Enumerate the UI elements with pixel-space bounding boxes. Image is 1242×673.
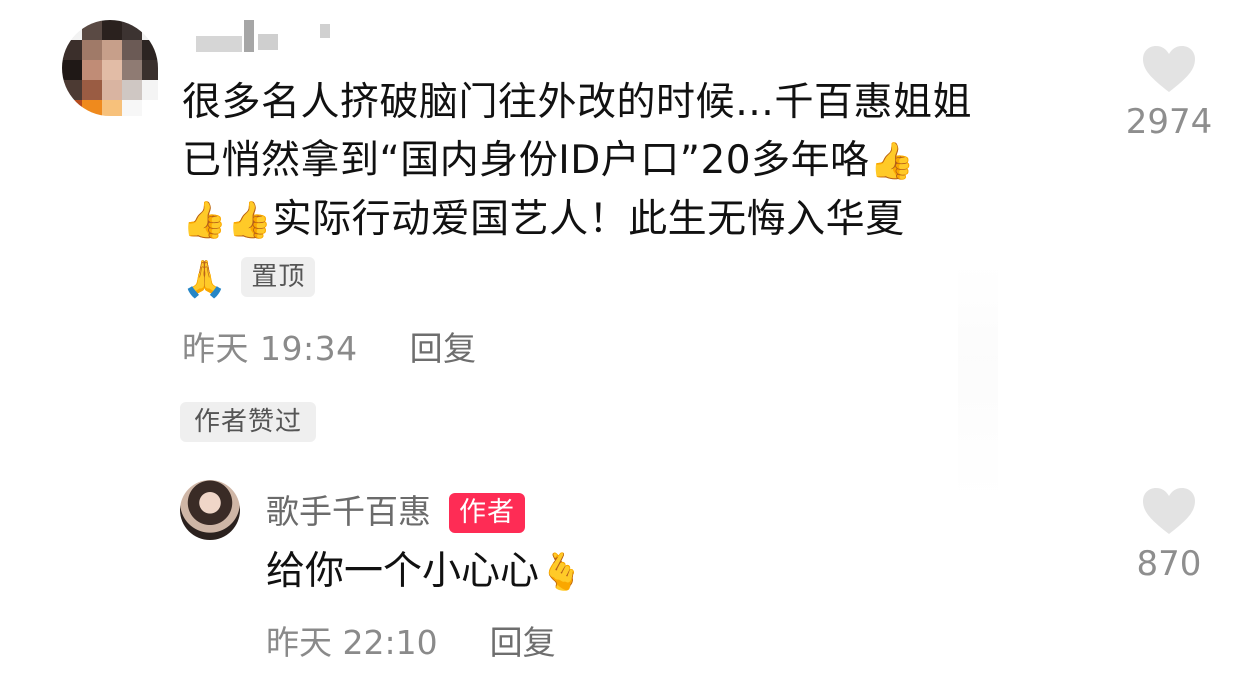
comment-like-block[interactable]: 2974 xyxy=(1114,44,1224,142)
reply-to-reply-button[interactable]: 回复 xyxy=(490,623,556,662)
finger-heart-icon: 🫰 xyxy=(539,552,584,593)
comment-timestamp: 昨天 19:34 xyxy=(182,329,358,368)
reply-text: 给你一个小心心 xyxy=(266,549,540,594)
comment-line-1: 很多名人挤破脑门往外改的时候…千百惠姐姐 xyxy=(182,80,973,125)
reply-author-avatar[interactable] xyxy=(180,480,240,540)
praying-hands-icon: 🙏 xyxy=(182,259,228,300)
reply-timestamp: 昨天 22:10 xyxy=(266,623,438,662)
reply-author-username[interactable]: 歌手千百惠 xyxy=(266,492,431,531)
thumbs-up-icon: 👍 xyxy=(182,200,228,241)
comment-line-2-text: 已悄然拿到“国内身份ID户口”20多年咯 xyxy=(182,138,870,183)
author-badge: 作者 xyxy=(449,493,525,533)
reply-line: 给你一个小心心🫰 xyxy=(266,542,584,603)
thumbs-up-icon: 👍 xyxy=(227,200,273,241)
pinned-badge: 置顶 xyxy=(241,257,316,297)
reply-body: 给你一个小心心🫰 昨天 22:10 回复 xyxy=(266,542,584,663)
reply-like-block[interactable]: 870 xyxy=(1114,486,1224,584)
commenter-avatar[interactable] xyxy=(62,20,158,116)
reply-author-name-row: 歌手千百惠 作者 xyxy=(266,490,525,534)
thumbs-up-icon: 👍 xyxy=(869,141,915,182)
commenter-username-redacted[interactable] xyxy=(188,20,348,54)
comment-line-2: 已悄然拿到“国内身份ID户口”20多年咯👍 xyxy=(182,132,1102,191)
heart-icon[interactable] xyxy=(1141,44,1197,94)
comment-line-3-text: 实际行动爱国艺人！此生无悔入华夏 xyxy=(272,197,905,242)
heart-icon[interactable] xyxy=(1141,486,1197,536)
comment-like-count: 2974 xyxy=(1125,102,1213,142)
comment-line-3: 👍👍实际行动爱国艺人！此生无悔入华夏 xyxy=(182,191,1102,250)
reply-like-count: 870 xyxy=(1136,544,1202,584)
background-artifact xyxy=(958,262,998,502)
reply-button[interactable]: 回复 xyxy=(410,329,477,368)
author-liked-badge: 作者赞过 xyxy=(180,402,317,442)
reply-meta-row: 昨天 22:10 回复 xyxy=(266,623,584,663)
